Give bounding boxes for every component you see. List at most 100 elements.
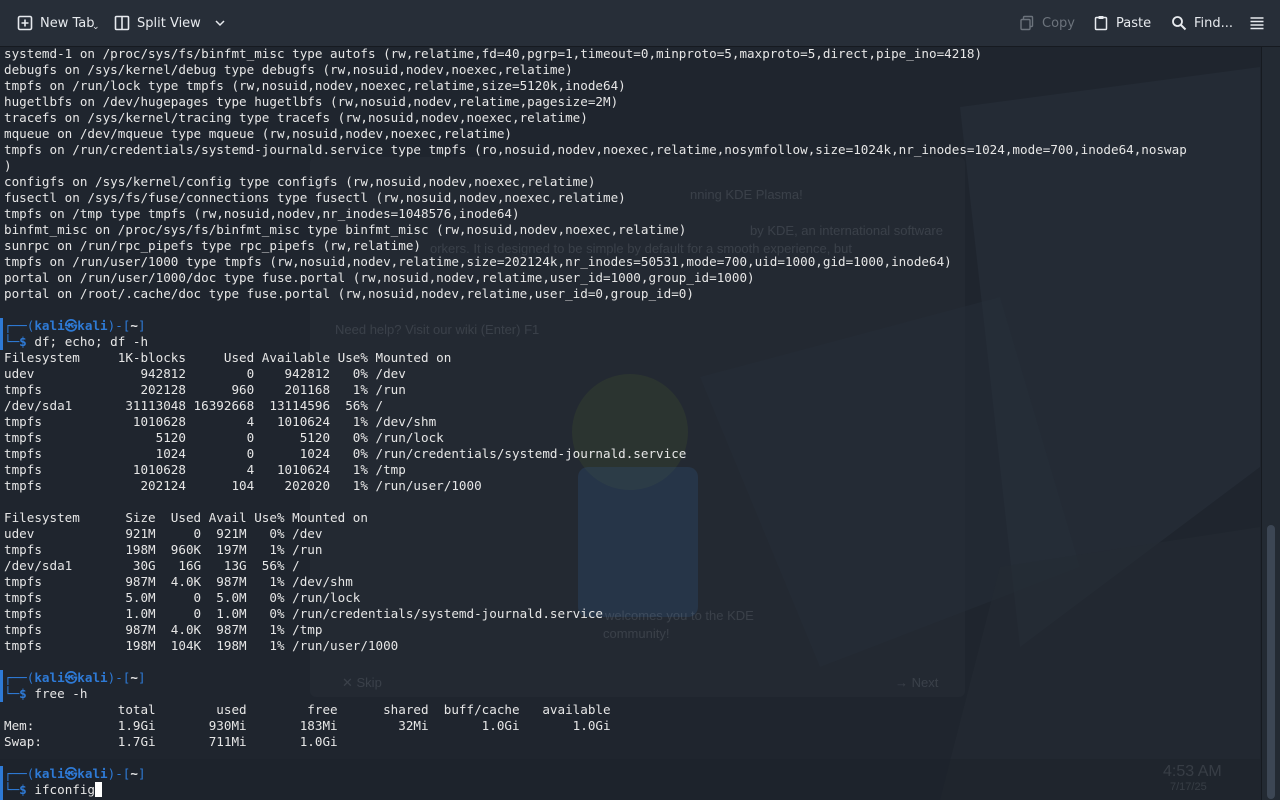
prompt-frame: └─: [4, 782, 20, 797]
prompt-at-symbol: ㉿: [64, 318, 78, 333]
prompt-host: kali: [77, 318, 108, 333]
command-output-line: tmpfs 198M 104K 198M 1% /run/user/1000: [4, 638, 399, 653]
mount-output-line: mqueue on /dev/mqueue type mqueue (rw,no…: [4, 126, 512, 141]
scrollbar-thumb[interactable]: [1267, 525, 1275, 799]
prompt-frame: )-[: [107, 766, 131, 781]
mount-output-line: sunrpc on /run/rpc_pipefs type rpc_pipef…: [4, 238, 422, 253]
mount-output-line: tracefs on /sys/kernel/tracing type trac…: [4, 110, 588, 125]
command-output-line: Filesystem 1K-blocks Used Available Use%…: [4, 350, 452, 365]
prompt-symbol: $: [19, 686, 27, 701]
prompt-path: ~: [130, 766, 138, 781]
new-tab-dropdown-arrow-icon[interactable]: ⌄: [92, 22, 100, 32]
new-tab-label: New Tab: [40, 15, 95, 31]
text-cursor: [95, 782, 103, 797]
prompt-path: ~: [130, 670, 138, 685]
copy-label: Copy: [1042, 15, 1075, 31]
terminal-toolbar: New Tab ⌄ Split View Copy Paste Find...: [0, 0, 1280, 47]
prompt-user: kali: [34, 670, 65, 685]
prompt-frame: └─: [4, 686, 20, 701]
mount-output-line: tmpfs on /run/lock type tmpfs (rw,nosuid…: [4, 78, 626, 93]
prompt-user: kali: [34, 766, 65, 781]
prompt-header: ┌──(kali㉿kali)-[~]: [4, 670, 1187, 686]
prompt-host: kali: [77, 766, 108, 781]
command-output-line: [4, 654, 1187, 670]
command-output-line: /dev/sda1 31113048 16392668 13114596 56%…: [4, 398, 384, 413]
terminal-view[interactable]: nning KDE Plasma! by KDE, an internation…: [0, 47, 1260, 800]
prompt-header: ┌──(kali㉿kali)-[~]: [4, 766, 1187, 782]
command-text: df; echo; df -h: [34, 334, 149, 349]
split-view-button[interactable]: Split View: [114, 7, 226, 39]
prompt-frame: ┌──(: [4, 670, 35, 685]
command-output-line: tmpfs 5.0M 0 5.0M 0% /run/lock: [4, 590, 361, 605]
split-view-label: Split View: [137, 15, 201, 31]
command-output-line: Filesystem Size Used Avail Use% Mounted …: [4, 510, 368, 525]
mount-output-line: portal on /run/user/1000/doc type fuse.p…: [4, 270, 755, 285]
command-output-line: tmpfs 202128 960 201168 1% /run: [4, 382, 406, 397]
mount-output-line: configfs on /sys/kernel/config type conf…: [4, 174, 596, 189]
prompt-at-symbol: ㉿: [64, 766, 78, 781]
mount-output-line: fusectl on /sys/fs/fuse/connections type…: [4, 190, 626, 205]
prompt-header: ┌──(kali㉿kali)-[~]: [4, 318, 1187, 334]
command-output-line: [4, 750, 1187, 766]
find-button[interactable]: Find...: [1171, 7, 1233, 39]
mount-output-line: tmpfs on /run/user/1000 type tmpfs (rw,n…: [4, 254, 952, 269]
command-text: free -h: [34, 686, 88, 701]
prompt-frame: └─: [4, 334, 20, 349]
prompt-frame: ┌──(: [4, 766, 35, 781]
command-output-line: tmpfs 5120 0 5120 0% /run/lock: [4, 430, 444, 445]
prompt-symbol: $: [19, 334, 27, 349]
prompt-frame: ]: [137, 318, 146, 333]
prompt-frame: )-[: [107, 318, 131, 333]
command-output-line: tmpfs 198M 960K 197M 1% /run: [4, 542, 323, 557]
prompt-command-line: └─$ df; echo; df -h: [4, 334, 1187, 350]
chevron-down-icon[interactable]: [214, 17, 226, 29]
main-menu-button[interactable]: [1249, 7, 1265, 39]
mount-output-line: debugfs on /sys/kernel/debug type debugf…: [4, 62, 573, 77]
command-output-line: tmpfs 1.0M 0 1.0M 0% /run/credentials/sy…: [4, 606, 603, 621]
command-output-line: tmpfs 987M 4.0K 987M 1% /dev/shm: [4, 574, 353, 589]
prompt-marker: [0, 670, 3, 702]
prompt-at-symbol: ㉿: [64, 670, 78, 685]
command-output-line: tmpfs 202124 104 202020 1% /run/user/100…: [4, 478, 482, 493]
find-label: Find...: [1194, 15, 1234, 31]
command-output-line: Mem: 1.9Gi 930Mi 183Mi 32Mi 1.0Gi 1.0Gi: [4, 718, 611, 733]
mount-output-line: tmpfs on /tmp type tmpfs (rw,nosuid,node…: [4, 206, 520, 221]
new-tab-button[interactable]: New Tab: [17, 7, 95, 39]
prompt-marker: [0, 318, 3, 350]
command-output-line: total used free shared buff/cache availa…: [4, 702, 611, 717]
hamburger-menu-icon: [1249, 15, 1265, 31]
mount-output-line: binfmt_misc on /proc/sys/fs/binfmt_misc …: [4, 222, 687, 237]
terminal-output: systemd-1 on /proc/sys/fs/binfmt_misc ty…: [4, 47, 1187, 798]
prompt-marker: [0, 766, 3, 800]
prompt-frame: )-[: [107, 670, 131, 685]
command-output-line: udev 921M 0 921M 0% /dev: [4, 526, 323, 541]
mount-output-line: portal on /root/.cache/doc type fuse.por…: [4, 286, 694, 301]
command-output-line: [4, 494, 1187, 510]
split-view-icon: [114, 15, 130, 31]
copy-button[interactable]: Copy: [1019, 7, 1075, 39]
mount-output-line: ): [4, 158, 12, 173]
copy-icon: [1019, 15, 1035, 31]
command-output-line: tmpfs 1010628 4 1010624 1% /tmp: [4, 462, 406, 477]
prompt-host: kali: [77, 670, 108, 685]
command-output-line: /dev/sda1 30G 16G 13G 56% /: [4, 558, 300, 573]
prompt-frame: ┌──(: [4, 318, 35, 333]
prompt-command-line: └─$ free -h: [4, 686, 1187, 702]
prompt-symbol: $: [19, 782, 27, 797]
command-output-line: Swap: 1.7Gi 711Mi 1.0Gi: [4, 734, 338, 749]
paste-icon: [1093, 15, 1109, 31]
prompt-user: kali: [34, 318, 65, 333]
paste-label: Paste: [1116, 15, 1152, 31]
prompt-path: ~: [130, 318, 138, 333]
new-tab-icon: [17, 15, 33, 31]
prompt-command-line[interactable]: └─$ ifconfig: [4, 782, 1187, 798]
prompt-frame: ]: [137, 670, 146, 685]
prompt-frame: ]: [137, 766, 146, 781]
mount-output-line: systemd-1 on /proc/sys/fs/binfmt_misc ty…: [4, 47, 983, 61]
terminal-scrollbar[interactable]: [1261, 47, 1280, 800]
command-output-line: udev 942812 0 942812 0% /dev: [4, 366, 406, 381]
paste-button[interactable]: Paste: [1093, 7, 1151, 39]
command-output-line: tmpfs 987M 4.0K 987M 1% /tmp: [4, 622, 323, 637]
command-text: ifconfig: [34, 782, 96, 797]
